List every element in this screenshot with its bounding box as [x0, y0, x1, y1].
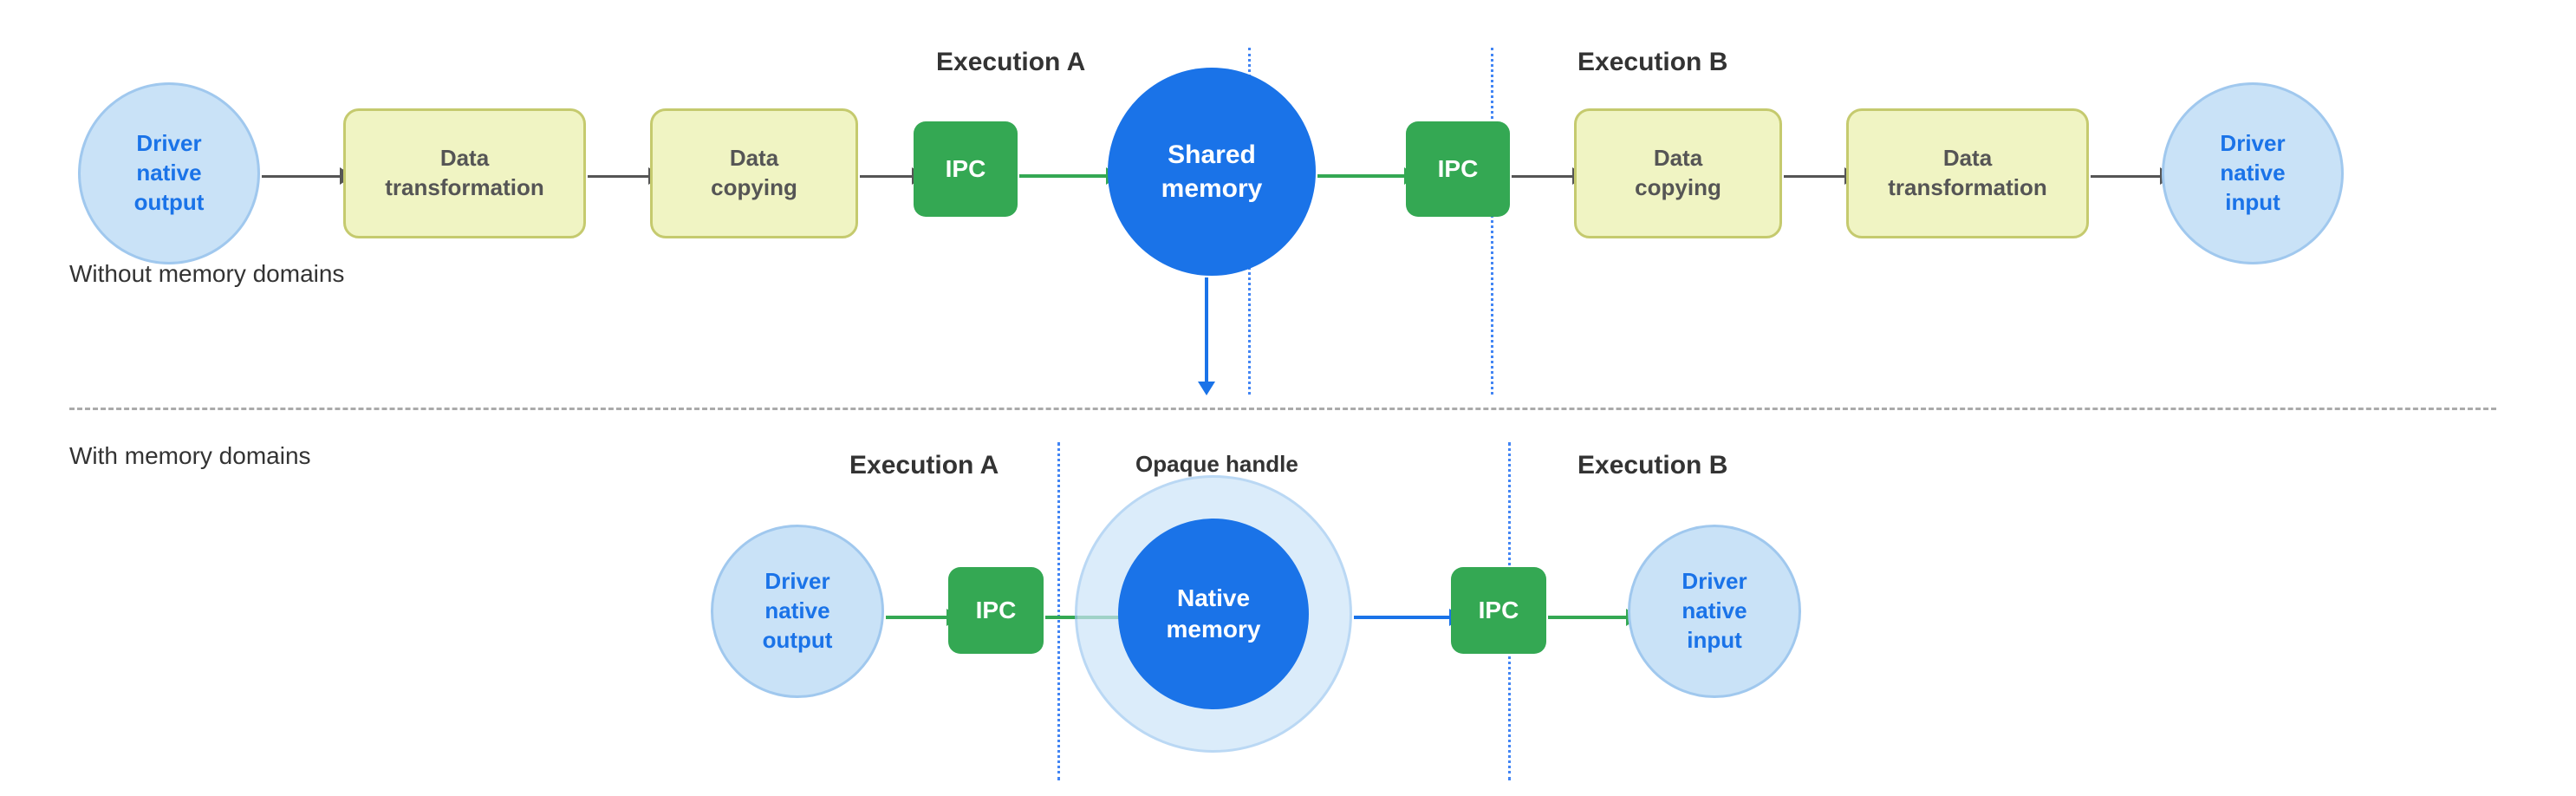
arrow-bot-3 — [1354, 609, 1463, 626]
without-memory-domains-label: Without memory domains — [69, 260, 344, 288]
data-transformation-1: Datatransformation — [343, 108, 586, 238]
arrow-down-shared — [1198, 277, 1215, 395]
ipc-1: IPC — [914, 121, 1018, 217]
driver-native-output-bottom: Drivernativeoutput — [711, 525, 884, 698]
vline-right-top — [1491, 48, 1493, 395]
with-memory-domains-label: With memory domains — [69, 442, 311, 470]
driver-native-input-top: Drivernativeinput — [2162, 82, 2344, 264]
ipc-3: IPC — [948, 567, 1044, 654]
data-copying-1: Datacopying — [650, 108, 858, 238]
section-divider — [69, 408, 2496, 410]
opaque-handle-label: Opaque handle — [1135, 451, 1298, 478]
shared-memory: Sharedmemory — [1108, 68, 1316, 276]
arrow-4 — [1019, 167, 1120, 185]
exec-b-label-bottom: Execution B — [1577, 451, 1727, 480]
ipc-4: IPC — [1451, 567, 1546, 654]
driver-native-input-bottom: Drivernativeinput — [1628, 525, 1801, 698]
native-memory: Nativememory — [1118, 519, 1309, 709]
driver-native-output-top: Drivernativeoutput — [78, 82, 260, 264]
ipc-2: IPC — [1406, 121, 1510, 217]
data-transformation-2: Datatransformation — [1846, 108, 2089, 238]
data-copying-2: Datacopying — [1574, 108, 1782, 238]
arrow-bot-4 — [1548, 609, 1640, 626]
arrow-1 — [262, 167, 354, 185]
exec-a-label-bottom: Execution A — [849, 451, 999, 480]
exec-b-label-top: Execution B — [1577, 48, 1727, 77]
diagram-container: Without memory domains With memory domai… — [0, 0, 2576, 796]
exec-a-label-top: Execution A — [936, 48, 1085, 77]
arrow-5 — [1317, 167, 1418, 185]
